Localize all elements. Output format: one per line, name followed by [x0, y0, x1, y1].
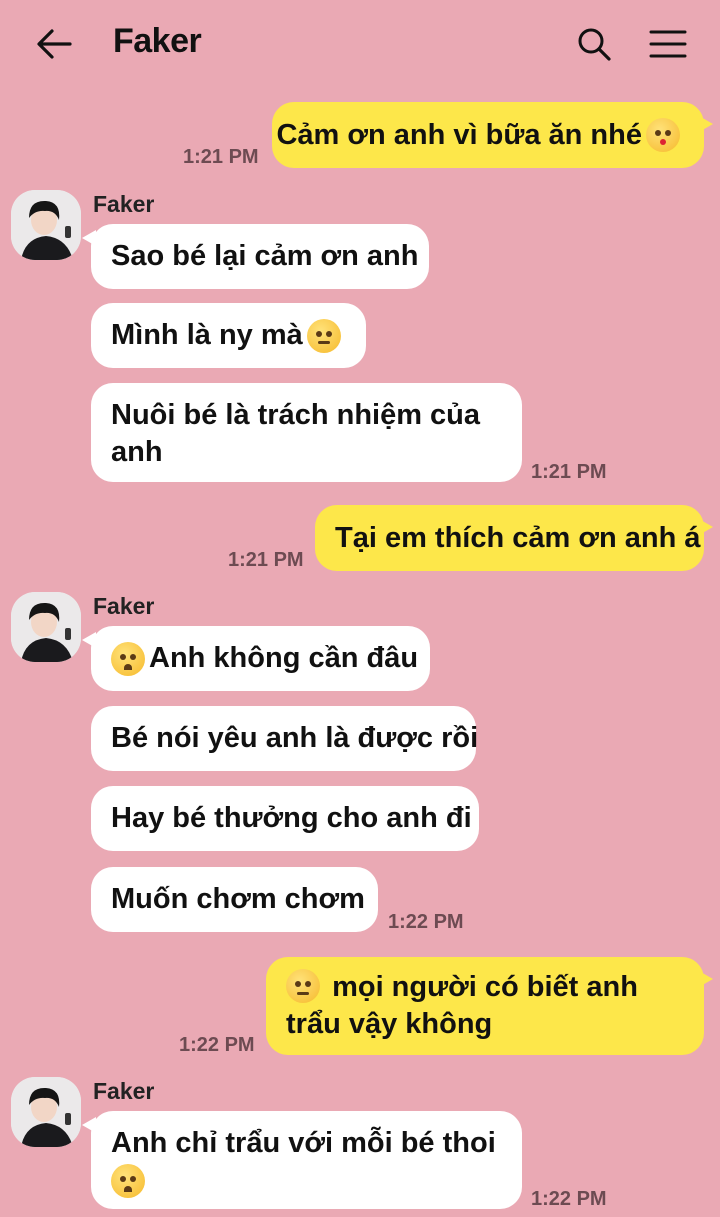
their-message-bubble[interactable]: Muốn chơm chơm — [91, 867, 378, 932]
message-time: 1:21 PM — [228, 549, 304, 571]
message-text: Bé nói yêu anh là được rồi — [111, 722, 479, 754]
hamburger-menu-icon — [649, 30, 687, 58]
message-text: mọi người có biết anh trẩu vậy không — [286, 969, 684, 1043]
message-time: 1:22 PM — [179, 1034, 255, 1056]
message-text: Nuôi bé là trách nhiệm của anh — [111, 399, 481, 468]
their-message-bubble[interactable]: Bé nói yêu anh là được rồi — [91, 706, 479, 771]
their-message-bubble[interactable]: Nuôi bé là trách nhiệm của anh — [91, 383, 522, 482]
my-message-bubble[interactable]: mọi người có biết anh trẩu vậy không — [266, 957, 713, 1055]
kissing-wink-emoji-icon — [646, 118, 680, 152]
menu-button[interactable] — [644, 22, 692, 66]
back-button[interactable] — [32, 22, 76, 66]
message-text-content: Anh chỉ trẩu với mỗi bé thoi — [111, 1127, 496, 1159]
message-text: Tại em thích cảm ơn anh á — [335, 521, 701, 554]
arrow-left-icon — [37, 29, 72, 59]
my-message-bubble[interactable]: Cảm ơn anh vì bữa ăn nhé — [272, 102, 713, 168]
pleading-emoji-icon — [111, 1164, 145, 1199]
my-message-bubble[interactable]: Tại em thích cảm ơn anh á — [315, 505, 713, 571]
message-text: Mình là ny mà — [111, 319, 303, 351]
search-icon — [578, 28, 611, 61]
message-text-content: mọi người có biết anh trẩu vậy không — [286, 971, 638, 1040]
their-message-bubble[interactable]: Anh không cần đâu — [82, 626, 430, 691]
message-time: 1:22 PM — [388, 911, 464, 933]
chat-title: Faker — [113, 22, 202, 60]
message-time: 1:21 PM — [531, 461, 607, 483]
unamused-emoji-icon — [286, 969, 320, 1004]
chat-header: Faker — [0, 0, 720, 86]
search-button[interactable] — [572, 22, 616, 66]
sender-name: Faker — [93, 593, 155, 619]
their-message-bubble[interactable]: Anh chỉ trẩu với mỗi bé thoi — [82, 1111, 522, 1209]
message-text: Cảm ơn anh vì bữa ăn nhé — [276, 118, 642, 151]
pensive-emoji-icon — [306, 318, 341, 353]
avatar[interactable] — [11, 190, 81, 260]
sender-name: Faker — [93, 1078, 155, 1104]
message-text: Anh chỉ trẩu với mỗi bé thoi — [111, 1125, 502, 1199]
pleading-emoji-icon — [111, 641, 145, 676]
avatar[interactable] — [11, 592, 81, 662]
their-message-bubble[interactable]: Sao bé lại cảm ơn anh — [82, 224, 429, 289]
message-text: Anh không cần đâu — [149, 642, 419, 674]
message-time: 1:22 PM — [531, 1188, 607, 1210]
message-text: Muốn chơm chơm — [111, 883, 365, 915]
sender-name: Faker — [93, 191, 155, 217]
message-time: 1:21 PM — [183, 146, 259, 168]
avatar[interactable] — [11, 1077, 81, 1147]
their-message-bubble[interactable]: Mình là ny mà — [91, 303, 366, 368]
message-text: Hay bé thưởng cho anh đi — [111, 802, 472, 834]
their-message-bubble[interactable]: Hay bé thưởng cho anh đi — [91, 786, 479, 851]
message-text: Sao bé lại cảm ơn anh — [111, 240, 419, 272]
